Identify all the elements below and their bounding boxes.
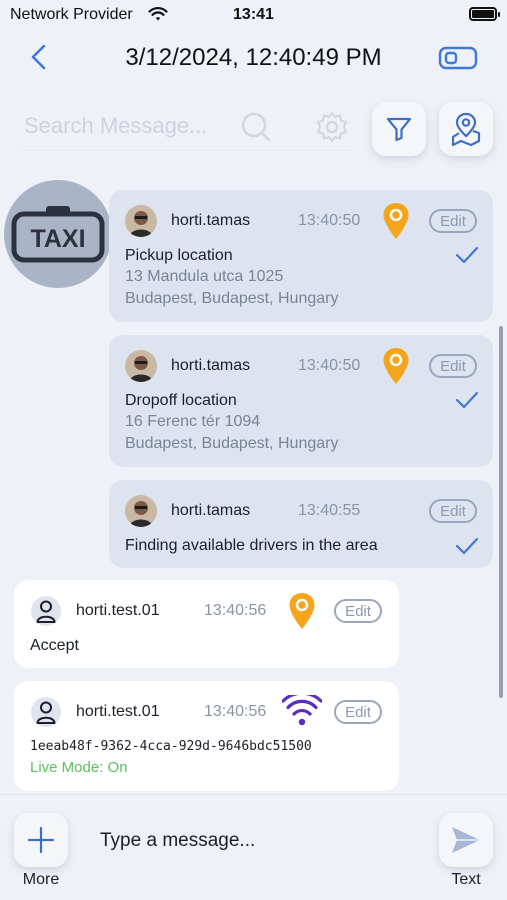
message-title: Pickup location [125,247,233,264]
address-line-1: 13 Mandula utca 1025 [125,268,284,285]
location-pin-icon[interactable] [288,592,316,630]
address-line-1: 16 Ferenc tér 1094 [125,413,261,430]
edit-button[interactable]: Edit [334,700,382,724]
address-line-2: Budapest, Budapest, Hungary [125,290,339,307]
gear-icon[interactable] [315,110,349,144]
search-underline [22,150,352,151]
message-bubble[interactable]: horti.test.01 13:40:56 Edit 1eeab48f-936… [14,681,399,791]
send-button[interactable] [439,813,493,867]
message-bubble[interactable]: horti.test.01 13:40:56 Edit Accept [14,580,399,668]
battery-icon [469,7,500,21]
search-input[interactable] [24,108,234,144]
filter-button[interactable] [372,102,426,156]
composer-bar: More Text [0,794,507,900]
scrollbar[interactable] [499,326,503,698]
sender-name: horti.test.01 [76,703,160,720]
location-pin-icon[interactable] [382,202,410,240]
timestamp: 13:40:50 [298,357,361,374]
search-icon[interactable] [240,111,272,143]
message-bubble[interactable]: horti.tamas 13:40:55 Edit Finding availa… [109,480,493,568]
taxi-icon: TAXI [11,206,105,263]
check-icon [455,391,479,409]
message-title: Dropoff location [125,392,237,409]
plus-icon [27,826,55,854]
message-input[interactable] [100,825,420,857]
edit-button[interactable]: Edit [334,599,382,623]
timestamp: 13:40:56 [204,602,267,619]
wifi-signal-icon[interactable] [282,695,322,727]
edit-button[interactable]: Edit [429,354,477,378]
live-mode-status: Live Mode: On [30,759,128,776]
status-time: 13:41 [233,6,274,23]
message-text: Accept [30,637,79,654]
sender-name: horti.tamas [171,502,251,519]
page-title: 3/12/2024, 12:40:49 PM [125,44,382,71]
check-icon [455,246,479,264]
timestamp: 13:40:56 [204,703,267,720]
message-bubble[interactable]: horti.tamas 13:40:50 Edit Dropoff locati… [109,335,493,467]
filter-icon [386,117,412,142]
map-button[interactable] [439,102,493,156]
status-bar: Network Provider 13:41 [0,0,507,32]
user-icon [31,697,61,727]
user-icon [31,596,61,626]
toggle-switch-icon[interactable] [438,44,478,72]
timestamp: 13:40:55 [298,502,361,519]
sender-name: horti.tamas [171,357,251,374]
search-row [0,96,507,160]
avatar [125,205,157,237]
sender-name: horti.test.01 [76,602,160,619]
send-icon [452,827,480,853]
send-label: Text [451,871,481,888]
avatar [125,495,157,527]
more-button[interactable] [14,813,68,867]
edit-button[interactable]: Edit [429,209,477,233]
message-text: 1eeab48f-9362-4cca-929d-9646bdc51500 [30,739,312,754]
edit-button[interactable]: Edit [429,499,477,523]
sender-name: horti.tamas [171,212,251,229]
header: 3/12/2024, 12:40:49 PM [0,32,507,88]
location-pin-icon[interactable] [382,347,410,385]
avatar [125,350,157,382]
message-text: Finding available drivers in the area [125,537,378,554]
map-pin-icon [451,112,481,147]
timestamp: 13:40:50 [298,212,361,229]
taxi-text: TAXI [30,225,85,253]
channel-avatar[interactable]: TAXI [4,180,112,288]
check-icon [455,537,479,555]
message-bubble[interactable]: horti.tamas 13:40:50 Edit Pickup locatio… [109,190,493,322]
more-label: More [22,871,60,888]
address-line-2: Budapest, Budapest, Hungary [125,435,339,452]
